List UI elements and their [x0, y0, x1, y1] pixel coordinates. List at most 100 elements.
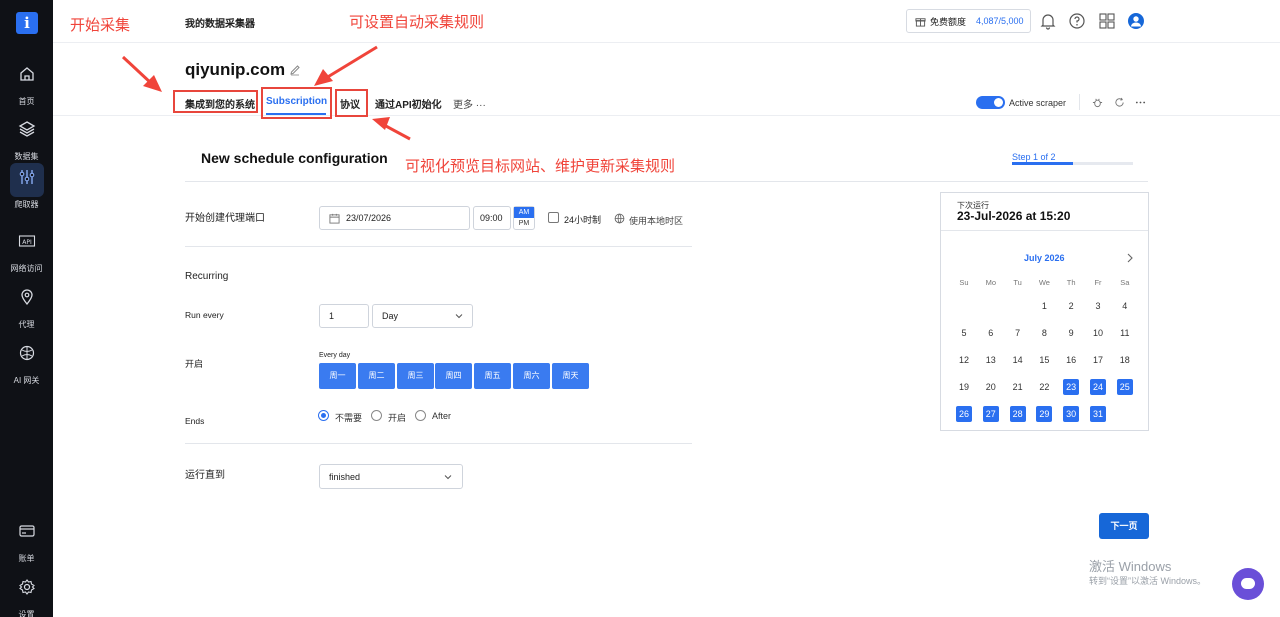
local-timezone-link[interactable]: 使用本地时区 [629, 214, 683, 227]
calendar-day[interactable]: 11 [1117, 325, 1133, 341]
next-page-button[interactable]: 下一页 [1099, 513, 1149, 539]
calendar-day[interactable]: 8 [1036, 325, 1052, 341]
day-button-tue[interactable]: 周二 [358, 363, 395, 389]
highlight-box-protocol [335, 89, 368, 117]
am-option[interactable]: AM [514, 207, 534, 218]
calendar-day[interactable]: 21 [1010, 379, 1026, 395]
section-divider [185, 443, 692, 444]
calendar-day[interactable]: 13 [983, 352, 999, 368]
calendar-day[interactable]: 4 [1117, 298, 1133, 314]
apps-grid-icon[interactable] [1098, 12, 1116, 30]
free-credits-badge[interactable]: 免费额度 4,087/5,000 [906, 9, 1031, 33]
start-label: 开始创建代理端口 [185, 213, 265, 224]
tab-more[interactable]: 更多 ··· [453, 96, 486, 111]
ends-radio-on[interactable] [371, 410, 382, 421]
calendar-day[interactable]: 10 [1090, 325, 1106, 341]
start-time-input[interactable]: 09:00 [473, 206, 511, 230]
calendar-day[interactable]: 18 [1117, 352, 1133, 368]
ends-radio-never[interactable] [318, 410, 329, 421]
ends-label: Ends [185, 416, 205, 426]
day-button-sat[interactable]: 周六 [513, 363, 550, 389]
run-every-unit-select[interactable]: Day [372, 304, 473, 328]
calendar-day[interactable]: 26 [956, 406, 972, 422]
day-button-wed[interactable]: 周三 [397, 363, 434, 389]
day-button-fri[interactable]: 周五 [474, 363, 511, 389]
calendar-day[interactable]: 3 [1090, 298, 1106, 314]
edit-icon[interactable] [289, 64, 301, 76]
refresh-icon[interactable] [1114, 97, 1125, 108]
chevron-right-icon[interactable] [1126, 253, 1134, 263]
calendar-day[interactable]: 17 [1090, 352, 1106, 368]
api-icon: API [18, 235, 35, 247]
calendar-day[interactable]: 2 [1063, 298, 1079, 314]
calendar-day[interactable]: 16 [1063, 352, 1079, 368]
run-every-input[interactable]: 1 [319, 304, 369, 328]
calendar-day[interactable]: 25 [1116, 379, 1133, 395]
sidebar-item-home[interactable]: 首页 [0, 60, 53, 107]
run-every-value: 1 [329, 311, 335, 321]
more-options-icon[interactable] [1135, 97, 1146, 108]
pm-option[interactable]: PM [514, 218, 534, 229]
calendar-day[interactable]: 7 [1010, 325, 1026, 341]
user-avatar-icon[interactable] [1127, 12, 1145, 30]
sidebar-item-proxy[interactable]: 代理 [0, 283, 53, 330]
sidebar-item-crawler[interactable]: 爬取器 [0, 163, 53, 210]
windows-activation-hint: 转到“设置”以激活 Windows。 [1089, 576, 1207, 586]
help-icon[interactable] [1068, 12, 1086, 30]
bug-icon[interactable] [1092, 97, 1103, 108]
calendar-day[interactable]: 27 [982, 406, 999, 422]
app-logo[interactable]: i [16, 12, 38, 34]
app-title: 我的数据采集器 [185, 19, 255, 30]
run-every-unit-value: Day [382, 311, 399, 321]
enable-label: 开启 [185, 359, 204, 369]
day-button-sun[interactable]: 周天 [552, 363, 589, 389]
next-run-value: 23-Jul-2026 at 15:20 [957, 209, 1071, 223]
day-button-mon[interactable]: 周一 [319, 363, 356, 389]
bell-icon[interactable] [1039, 12, 1057, 30]
calendar-day[interactable]: 20 [983, 379, 999, 395]
calendar-day[interactable]: 9 [1063, 325, 1079, 341]
active-scraper-toggle[interactable] [976, 96, 1005, 109]
windows-activation-title: 激活 Windows [1089, 559, 1172, 574]
ends-option-on: 开启 [388, 413, 407, 423]
start-date-input[interactable]: 23/07/2026 [319, 206, 470, 230]
sidebar-item-network[interactable]: API 网络访问 [0, 227, 53, 274]
sidebar: i 首页 数据集 爬取器 API 网络访问 代理 AI 网关 账单 设置 [0, 0, 53, 617]
calendar-day[interactable]: 5 [956, 325, 972, 341]
calendar-day[interactable]: 31 [1090, 406, 1106, 422]
ends-option-never: 不需要 [335, 413, 363, 423]
chat-support-icon[interactable] [1232, 568, 1264, 600]
sidebar-item-label: 设置 [18, 610, 35, 617]
run-until-select[interactable]: finished [319, 464, 463, 489]
layers-icon [18, 121, 35, 137]
ends-radio-after[interactable] [415, 410, 426, 421]
calendar-weekday: Su [959, 278, 969, 287]
calendar-day[interactable]: 14 [1010, 352, 1026, 368]
calendar-day[interactable]: 19 [956, 379, 972, 395]
calendar-day[interactable]: 22 [1036, 379, 1052, 395]
sidebar-item-datasets[interactable]: 数据集 [0, 115, 53, 162]
sidebar-item-label: AI 网关 [13, 376, 40, 385]
section-divider [185, 246, 692, 247]
day-button-thu[interactable]: 周四 [435, 363, 472, 389]
calendar-day[interactable]: 24 [1090, 379, 1106, 395]
tab-api-init[interactable]: 通过API初始化 [375, 96, 442, 111]
calendar-day[interactable]: 15 [1036, 352, 1052, 368]
ai-brain-icon [19, 345, 34, 361]
calendar-day[interactable]: 6 [983, 325, 999, 341]
billing-card-icon [18, 525, 35, 537]
sidebar-item-billing[interactable]: 账单 [0, 517, 53, 564]
calendar-day[interactable]: 29 [1036, 406, 1053, 422]
calendar-day[interactable]: 1 [1036, 298, 1052, 314]
calendar-day[interactable]: 23 [1063, 379, 1080, 395]
sidebar-item-settings[interactable]: 设置 [0, 573, 53, 617]
highlight-box-subscription [261, 87, 332, 119]
gear-icon [18, 579, 35, 595]
calendar-day[interactable]: 28 [1009, 406, 1026, 422]
credits-value: 4,087/5,000 [976, 16, 1024, 26]
sidebar-item-ai-gateway[interactable]: AI 网关 [0, 339, 53, 386]
calendar-day[interactable]: 30 [1063, 406, 1080, 422]
calendar-day[interactable]: 12 [956, 352, 972, 368]
am-pm-toggle[interactable]: AM PM [513, 206, 535, 230]
clock24-checkbox[interactable] [548, 212, 559, 223]
